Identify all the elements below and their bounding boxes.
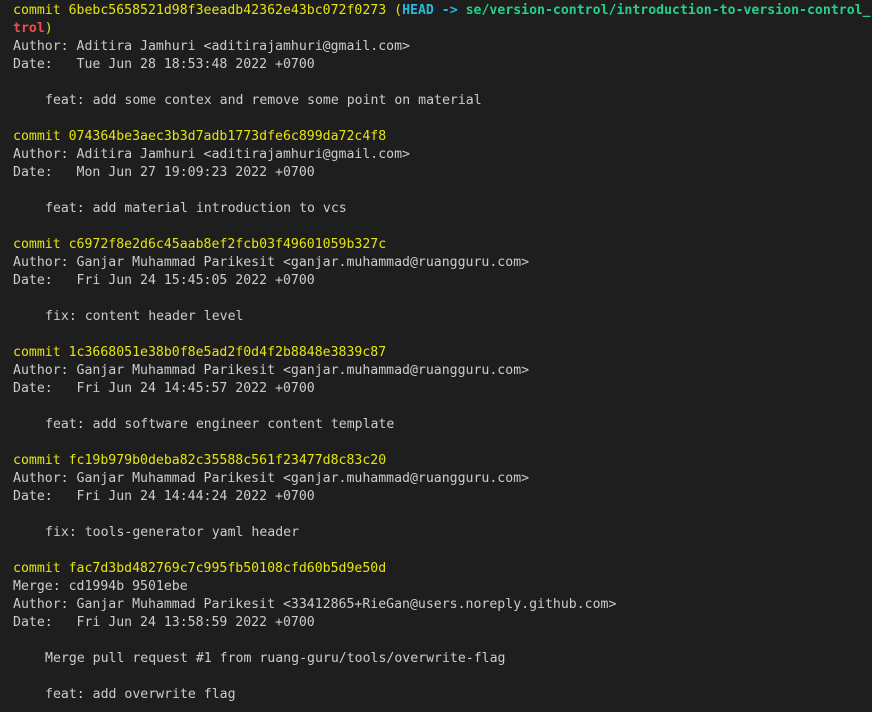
commit-hash: commit c6972f8e2d6c45aab8ef2fcb03f496010… xyxy=(13,237,387,252)
ref-arrow: -> xyxy=(433,3,466,18)
author-line: Author: Ganjar Muhammad Parikesit <ganja… xyxy=(13,255,530,270)
merge-line: Merge: cd1994b 9501ebe xyxy=(13,579,188,594)
commit-message: feat: add material introduction to vcs xyxy=(45,201,347,216)
ref-close-paren: ) xyxy=(44,21,53,36)
author-line: Author: Ganjar Muhammad Parikesit <ganja… xyxy=(13,363,530,378)
commit-message: fix: tools-generator yaml header xyxy=(45,525,300,540)
commit-hash: commit 6bebc5658521d98f3eeadb42362e43bc0… xyxy=(13,3,395,18)
commit-hash: commit fc19b979b0deba82c35588c561f23477d… xyxy=(13,453,387,468)
author-line: Author: Aditira Jamhuri <aditirajamhuri@… xyxy=(13,147,410,162)
ref-open-paren: ( xyxy=(394,3,403,18)
author-line: Author: Ganjar Muhammad Parikesit <33412… xyxy=(13,597,617,612)
branch-wrap-line: trol) xyxy=(13,20,872,38)
commit-message: Merge pull request #1 from ruang-guru/to… xyxy=(45,651,506,666)
commit-message: feat: add software engineer content temp… xyxy=(45,417,395,432)
commit-message: feat: add some contex and remove some po… xyxy=(45,93,482,108)
date-line: Date: Fri Jun 24 15:45:05 2022 +0700 xyxy=(13,273,315,288)
date-line: Date: Tue Jun 28 18:53:48 2022 +0700 xyxy=(13,57,315,72)
date-line: Date: Mon Jun 27 19:09:23 2022 +0700 xyxy=(13,165,315,180)
author-line: Author: Aditira Jamhuri <aditirajamhuri@… xyxy=(13,39,410,54)
branch-name: se/version-control/introduction-to-versi… xyxy=(465,3,871,18)
author-line: Author: Ganjar Muhammad Parikesit <ganja… xyxy=(13,471,530,486)
head-label: HEAD xyxy=(402,3,434,18)
commit-hash: commit fac7d3bd482769c7c995fb50108cfd60b… xyxy=(13,561,387,576)
commit-hash-line: commit 6bebc5658521d98f3eeadb42362e43bc0… xyxy=(13,2,872,20)
commit-message: fix: content header level xyxy=(45,309,244,324)
date-line: Date: Fri Jun 24 13:58:59 2022 +0700 xyxy=(13,615,315,630)
commit-message-body: feat: add overwrite flag xyxy=(45,687,236,702)
date-line: Date: Fri Jun 24 14:45:57 2022 +0700 xyxy=(13,381,315,396)
date-line: Date: Fri Jun 24 14:44:24 2022 +0700 xyxy=(13,489,315,504)
terminal-output[interactable]: commit 6bebc5658521d98f3eeadb42362e43bc0… xyxy=(0,0,872,712)
commit-hash: commit 1c3668051e38b0f8e5ad2f0d4f2b8848e… xyxy=(13,345,387,360)
commit-hash: commit 074364be3aec3b3d7adb1773dfe6c899d… xyxy=(13,129,387,144)
branch-name-wrap: trol xyxy=(13,21,45,36)
